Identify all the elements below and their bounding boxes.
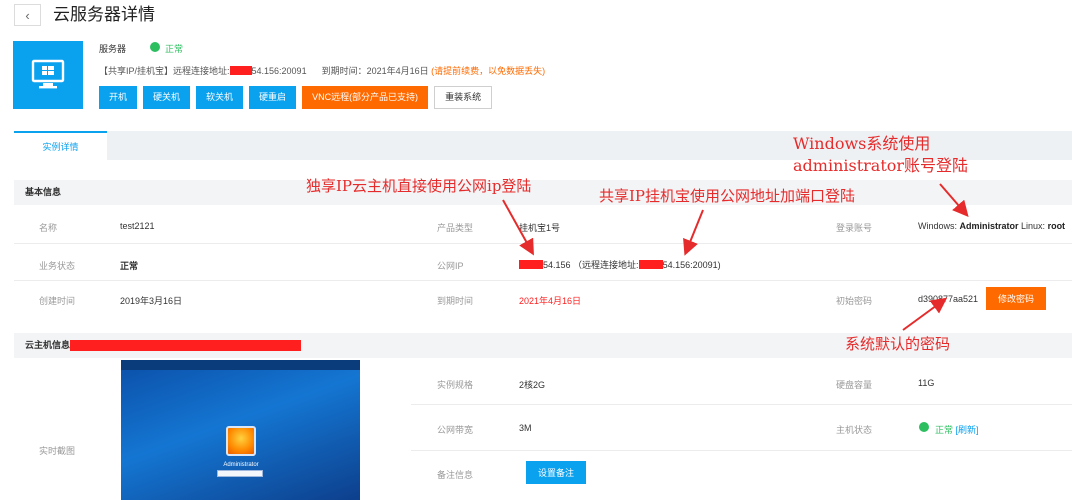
created-label: 创建时间 (39, 296, 76, 306)
login-linux-prefix: Linux: (1018, 221, 1048, 231)
connection-address: 54.156:20091 (251, 66, 307, 76)
redacted-block (70, 340, 301, 351)
biz-status-label: 业务状态 (39, 261, 76, 271)
row-divider (14, 243, 1072, 244)
disk-value: 11G (918, 378, 935, 388)
chevron-left-icon: ‹ (25, 7, 30, 23)
spec-label: 实例规格 (437, 380, 474, 390)
screenshot-topbar (121, 360, 360, 370)
login-label: 登录账号 (836, 223, 873, 233)
hard-off-button[interactable]: 硬关机 (143, 86, 191, 109)
windows-monitor-icon (13, 41, 83, 109)
arrow-default-password (902, 297, 948, 331)
row-divider (411, 404, 1072, 405)
annotation-shared-ip: 共享IP挂机宝使用公网地址加端口登陆 (599, 187, 856, 205)
expire-warning: (请提前续费，以免数据丢失) (431, 66, 546, 76)
login-linux-user: root (1047, 221, 1066, 231)
public-ip-tail: 54.156 (543, 260, 571, 270)
login-value: Windows: Administrator Linux: root (918, 221, 1065, 231)
spec-value: 2核2G (519, 380, 546, 390)
product-type-label: 产品类型 (437, 223, 474, 233)
expire-label: 到期时间 (437, 296, 474, 306)
name-label: 名称 (39, 223, 58, 233)
server-name: 服务器 (99, 44, 127, 54)
public-ip-note-addr: 54.156:20091) (662, 260, 721, 270)
host-status-label: 主机状态 (836, 425, 873, 435)
initpwd-value: d390877aa521 (918, 294, 979, 304)
public-ip-note: （远程连接地址: (573, 260, 639, 270)
annotation-windows-line2: administrator账号登陆 (793, 156, 969, 175)
user-avatar (226, 426, 256, 456)
redacted-block (229, 66, 252, 75)
set-remark-button[interactable]: 设置备注 (526, 461, 586, 484)
screenshot-username: Administrator (223, 462, 259, 468)
created-value: 2019年3月16日 (120, 296, 183, 306)
expire-time: 到期时间：2021年4月16日 (321, 66, 429, 76)
arrow-shared-ip (683, 209, 704, 256)
disk-label: 硬盘容量 (836, 380, 873, 390)
biz-status-value: 正常 (120, 261, 139, 271)
refresh-link[interactable]: [刷新] (956, 425, 979, 435)
annotation-windows-line1: Windows系统使用 (793, 134, 931, 153)
annotation-dedicated-ip: 独享IP云主机直接使用公网ip登陆 (306, 177, 532, 195)
public-ip-label: 公网IP (437, 261, 464, 271)
screenshot-label: 实时截图 (39, 446, 76, 456)
expire-value: 2021年4月16日 (519, 296, 582, 306)
change-password-button[interactable]: 修改密码 (986, 287, 1046, 310)
connection-subline: 【共享IP/挂机宝】远程连接地址: 54.156:20091 到期时间：2021年… (99, 64, 545, 77)
login-win-user: Administrator (959, 221, 1019, 231)
host-status-value: 正常 [刷新] (935, 423, 979, 436)
public-ip-value: 54.156 （远程连接地址: 54.156:20091) (519, 258, 721, 271)
remark-label: 备注信息 (437, 470, 474, 480)
host-status-dot (919, 422, 929, 432)
redacted-block (519, 260, 543, 269)
tab-instance-detail[interactable]: 实例详情 (14, 131, 107, 160)
basic-info-header: 基本信息 (14, 180, 1072, 205)
host-status-text: 正常 (935, 425, 954, 435)
name-value: test2121 (120, 221, 155, 231)
product-type-value: 挂机宝1号 (519, 223, 561, 233)
status-text: 正常 (165, 44, 184, 54)
connection-label: 【共享IP/挂机宝】远程连接地址: (99, 66, 230, 76)
redacted-block (638, 260, 663, 269)
bandwidth-value: 3M (519, 423, 532, 433)
page-title: 云服务器详情 (53, 5, 155, 24)
soft-off-button[interactable]: 软关机 (196, 86, 244, 109)
screenshot-password-field (217, 470, 263, 477)
hard-restart-button[interactable]: 硬重启 (249, 86, 297, 109)
row-divider (411, 450, 1072, 451)
initpwd-label: 初始密码 (836, 296, 873, 306)
login-win-prefix: Windows: (918, 221, 960, 231)
status-dot (150, 42, 160, 52)
row-divider (14, 280, 1072, 281)
start-button[interactable]: 开机 (99, 86, 138, 109)
reinstall-button[interactable]: 重装系统 (434, 86, 493, 109)
live-screenshot[interactable]: Administrator (121, 360, 360, 500)
annotation-default-password: 系统默认的密码 (845, 335, 951, 353)
back-button[interactable]: ‹ (14, 4, 41, 26)
vnc-button[interactable]: VNC远程(部分产品已支持) (302, 86, 429, 109)
bandwidth-label: 公网带宽 (437, 425, 474, 435)
action-toolbar: 开机 硬关机 软关机 硬重启 VNC远程(部分产品已支持) 重装系统 (99, 86, 493, 109)
